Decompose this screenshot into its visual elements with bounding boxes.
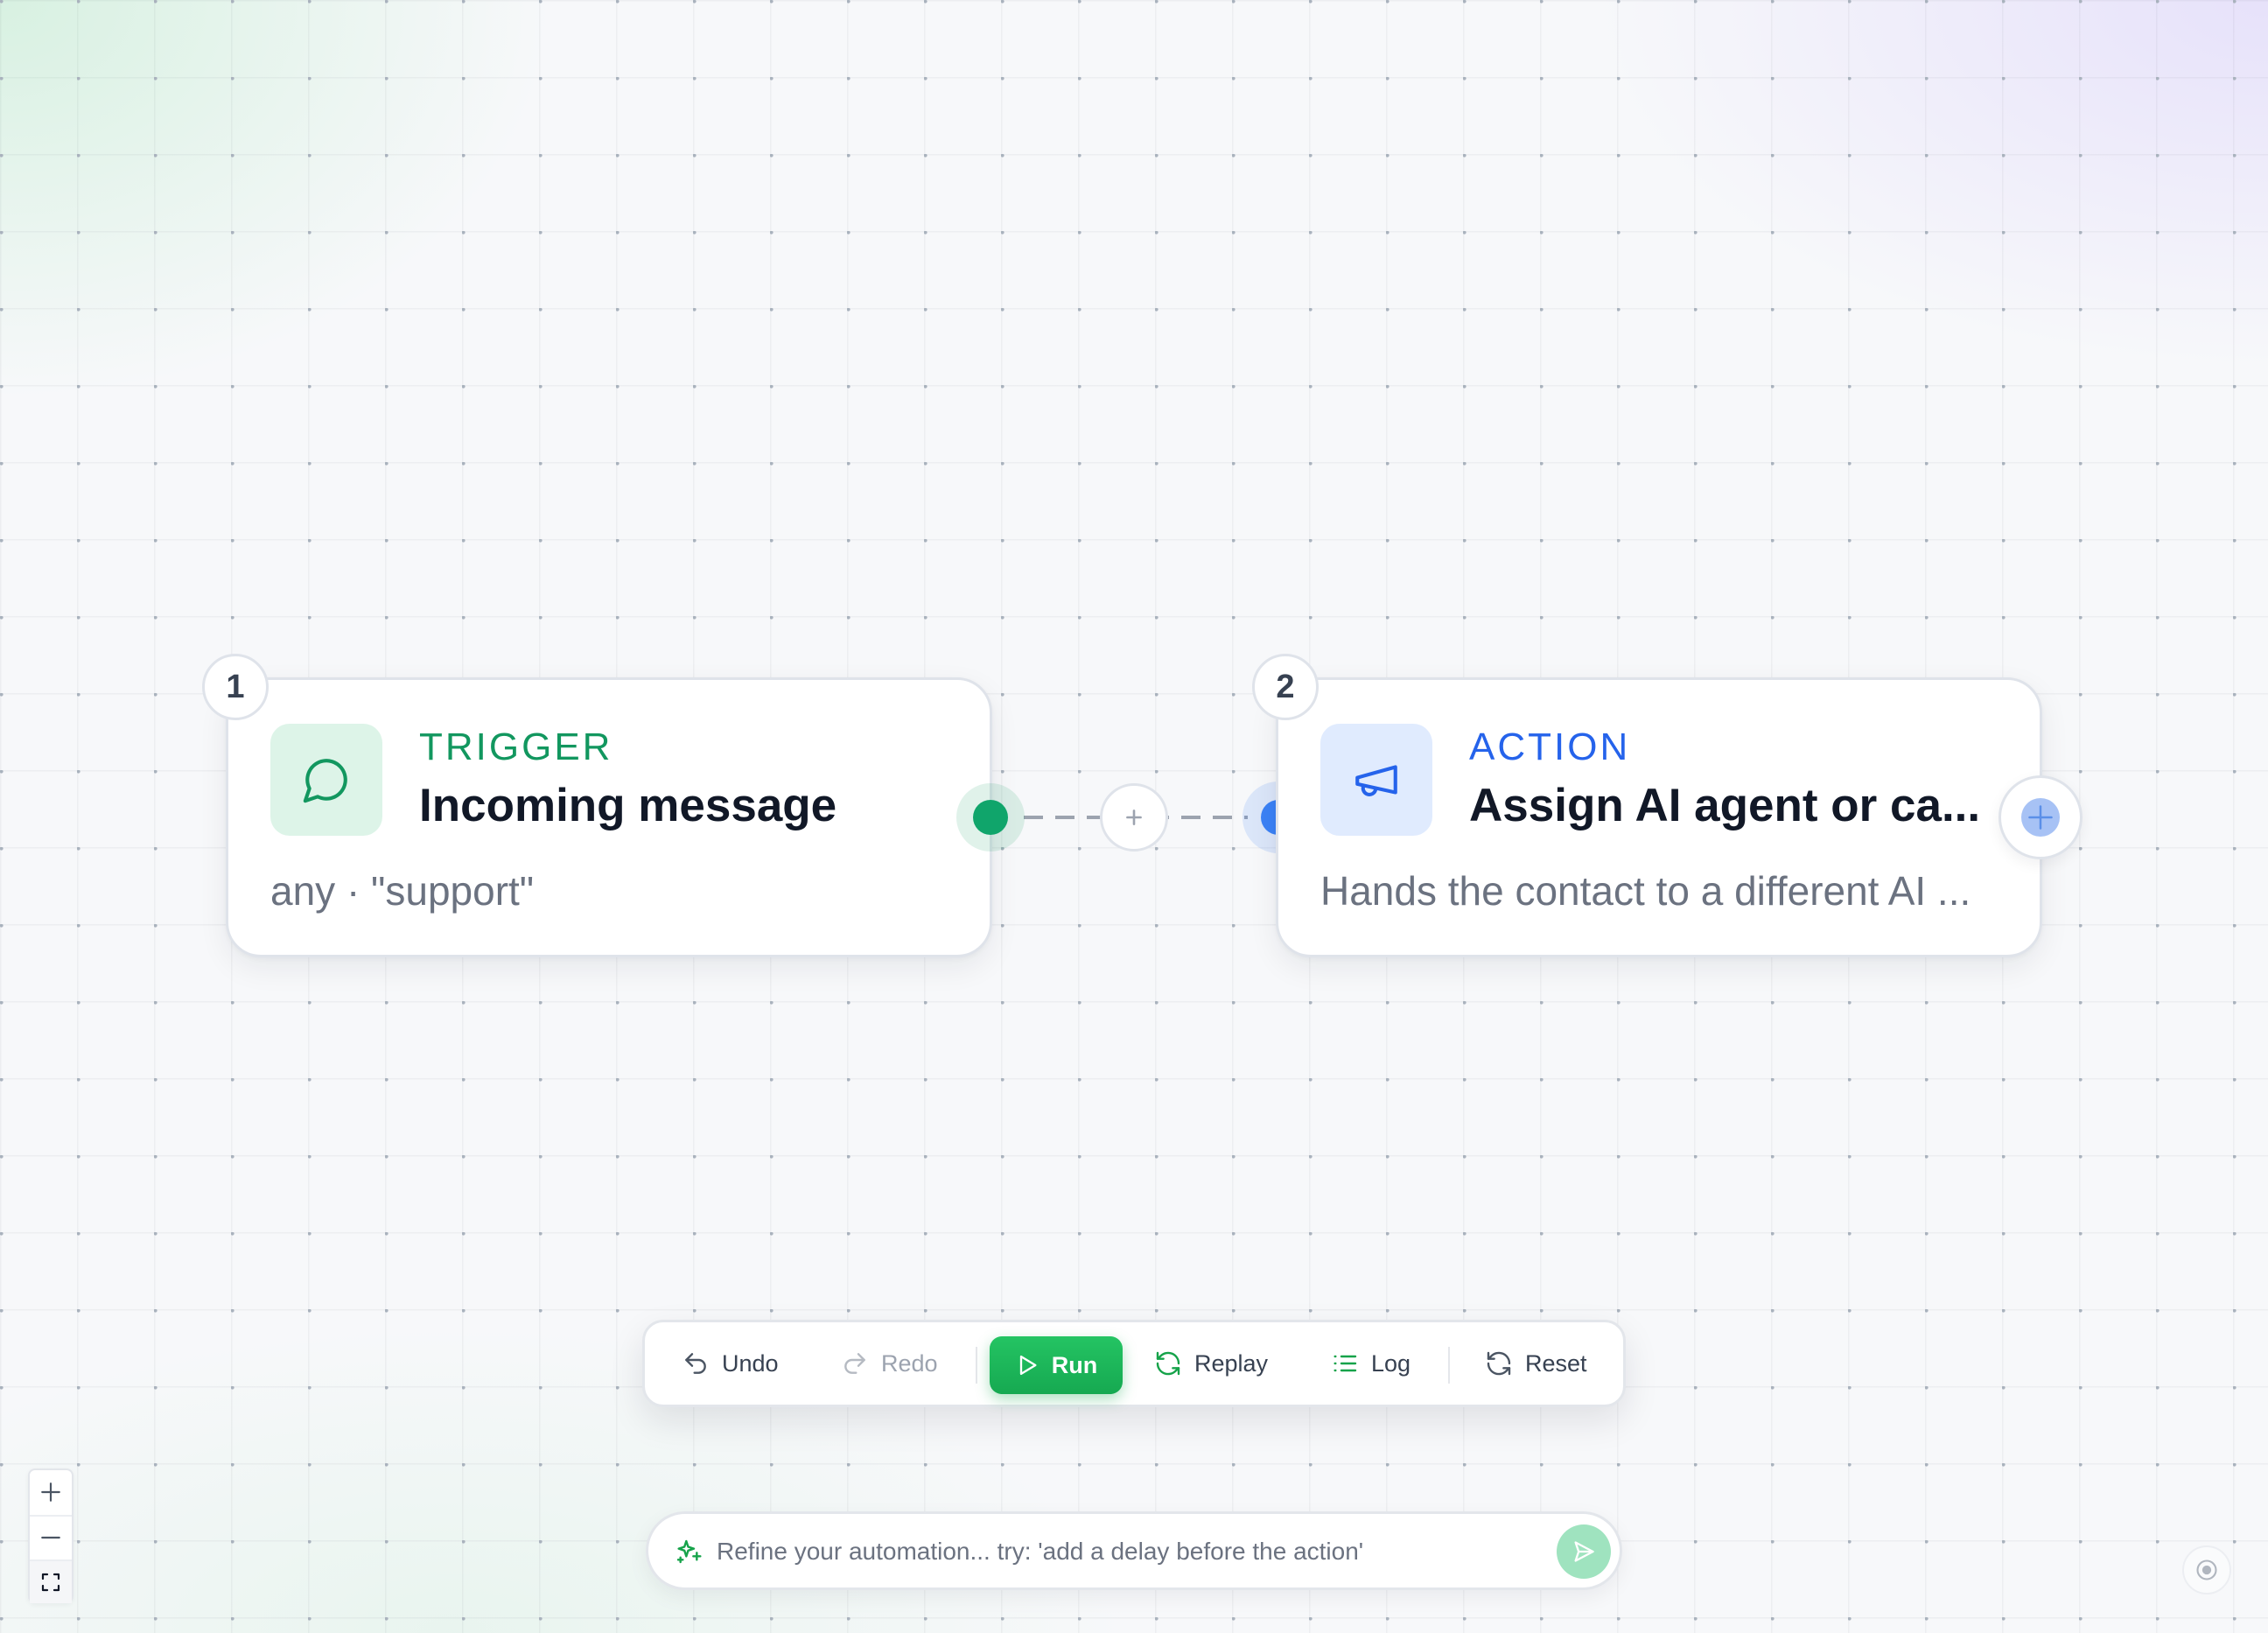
target-icon (2196, 1559, 2217, 1580)
insert-step-button[interactable] (1100, 783, 1168, 852)
plus-icon (1126, 809, 1142, 825)
plus-icon (41, 1482, 60, 1502)
send-button[interactable] (1557, 1524, 1611, 1579)
fit-view-icon (41, 1573, 60, 1592)
automation-prompt-input[interactable] (717, 1528, 1487, 1575)
play-icon (1019, 1355, 1037, 1376)
node-kind-label: ACTION (1469, 725, 1631, 768)
canvas-toolbar: Undo Redo Run Replay Log Reset (642, 1320, 1626, 1407)
toolbar-divider (1448, 1347, 1450, 1384)
sparkle-icon (676, 1539, 702, 1564)
node-title: Incoming message (419, 780, 837, 831)
chat-bubble-icon (270, 724, 382, 836)
step-number-badge: 1 (202, 654, 269, 720)
action-node[interactable]: 2 ACTION Assign AI agent or ca... Hands … (1252, 654, 2042, 957)
replay-label: Replay (1194, 1349, 1269, 1377)
node-kind-label: TRIGGER (419, 725, 613, 768)
node-title: Assign AI agent or ca... (1469, 780, 1981, 831)
zoom-in-button[interactable] (30, 1470, 72, 1514)
redo-icon (844, 1353, 865, 1374)
list-icon (1334, 1355, 1357, 1372)
undo-label: Undo (722, 1349, 779, 1377)
recenter-button[interactable] (2182, 1545, 2231, 1594)
step-number-badge: 2 (1252, 654, 1319, 720)
log-button[interactable]: Log (1331, 1336, 1410, 1391)
reset-icon (1487, 1351, 1511, 1376)
megaphone-icon (1320, 724, 1432, 836)
plus-icon (2028, 805, 2053, 830)
run-label: Run (1051, 1351, 1098, 1378)
zoom-out-button[interactable] (30, 1515, 72, 1559)
redo-button[interactable]: Redo (841, 1336, 938, 1391)
toolbar-divider (976, 1347, 977, 1384)
node-description: any · "support" (270, 868, 535, 914)
ai-prompt-bar (646, 1511, 1622, 1590)
run-button[interactable]: Run (990, 1336, 1123, 1394)
add-next-step-button[interactable] (1998, 775, 2082, 859)
send-icon (1574, 1541, 1594, 1562)
replay-button[interactable]: Replay (1154, 1336, 1268, 1391)
log-label: Log (1371, 1349, 1411, 1377)
redo-label: Redo (881, 1349, 938, 1377)
trigger-node[interactable]: 1 TRIGGER Incoming message any · "suppor… (202, 654, 992, 957)
replay-icon (1156, 1351, 1180, 1376)
minus-icon (41, 1536, 60, 1539)
undo-icon (685, 1353, 706, 1374)
node-description: Hands the contact to a different AI ... (1320, 868, 1971, 914)
reset-button[interactable]: Reset (1485, 1336, 1587, 1391)
reset-label: Reset (1525, 1349, 1587, 1377)
fit-view-button[interactable] (30, 1559, 72, 1603)
undo-button[interactable]: Undo (682, 1336, 779, 1391)
zoom-controls (28, 1468, 74, 1603)
output-port-handle[interactable] (956, 783, 1025, 852)
